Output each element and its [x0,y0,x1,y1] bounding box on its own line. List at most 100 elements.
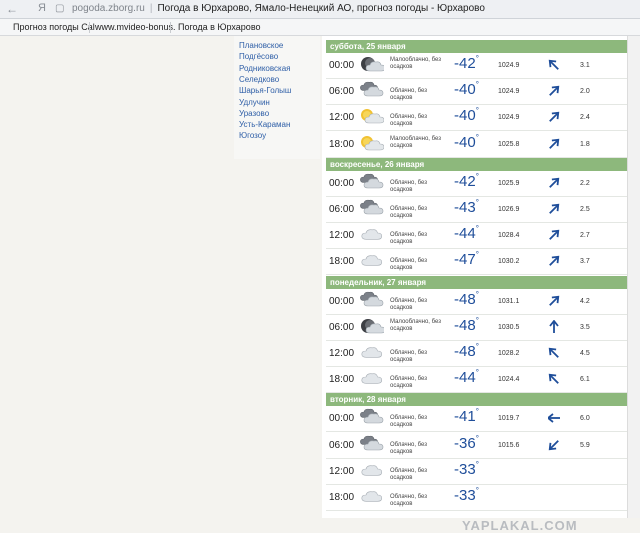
forecast-row: 00:00 Облачно, без осадков -41° 1019.7 6.0 [326,406,627,433]
wind-direction-arrow-icon [548,346,560,360]
cloudy-icon [358,173,384,193]
location-link[interactable]: Югозоу [239,131,266,140]
degree-sign: ° [475,315,479,325]
forecast-pressure: 1030.2 [498,258,520,266]
degree-sign: ° [475,80,479,90]
forecast-temperature: -48° [454,342,479,360]
bookmark-item[interactable]: Погода в Юрхарово [178,22,261,32]
wind-speed: 5.9 [580,441,590,449]
wind-direction-arrow-icon [546,411,560,425]
wind-speed: 2.2 [580,179,590,187]
forecast-time: 18:00 [329,374,355,386]
forecast-row: 00:00 Облачно, без осадков -48° 1031.1 4.2 [326,289,627,315]
title-separator: | [149,3,153,14]
wind-speed: 6.0 [580,415,590,423]
forecast-table: суббота, 25 января 00:00 Малооблачно, без … [322,36,629,518]
forecast-time: 12:00 [329,230,355,242]
degree-sign: ° [475,224,479,234]
temperature-value: -48 [454,290,476,308]
forecast-pressure: 1015.6 [498,441,520,449]
wind-direction-arrow-icon [548,438,560,452]
forecast-condition: Облачно, без осадков [390,179,427,193]
location-link[interactable]: Селедково [239,75,279,84]
wind-speed: 2.4 [580,114,590,122]
location-link[interactable]: Усть-Караман [239,120,290,129]
forecast-temperature: -36° [454,434,479,452]
bookmark-divider [89,22,90,33]
yandex-logo-icon[interactable]: Я [38,2,46,14]
temperature-value: -40 [454,81,476,99]
forecast-temperature: -33° [454,486,479,504]
forecast-row: 12:00 Облачно, без осадков -40° 1024.9 2.4 [326,105,627,132]
wind-direction-arrow-icon [548,110,560,124]
wind-speed: 2.7 [580,232,590,240]
bookmark-item[interactable]: www.mvideo-bonus. [95,22,176,32]
night-partly-cloudy-icon [358,55,386,75]
forecast-time: 18:00 [329,138,355,150]
wind-direction-arrow-icon [548,202,560,216]
forecast-condition: Облачно, без осадков [390,376,427,390]
forecast-condition: Облачно, без осадков [390,350,427,363]
degree-sign: ° [475,407,479,417]
forecast-pressure: 1031.1 [498,297,520,305]
day-header: вторник, 28 января [326,393,627,407]
forecast-condition: Малооблачно, без осадков [390,57,441,70]
scrollbar[interactable] [627,36,640,518]
forecast-temperature: -42° [454,54,479,72]
forecast-temperature: -42° [454,172,479,190]
forecast-pressure: 1028.4 [498,232,520,240]
bookmarks-bar: Прогноз погоды Cal www.mvideo-bonus. Пог… [0,19,640,36]
degree-sign: ° [475,132,479,142]
wind-direction-arrow-icon [548,84,560,98]
location-link[interactable]: Подгёсово [239,52,278,61]
wind-speed: 3.7 [580,258,590,266]
forecast-row: 06:00 Малооблачно, без осадков -48° 1030.5 3… [326,315,627,341]
forecast-temperature: -48° [454,290,479,308]
forecast-condition: Облачно, без осадков [390,494,427,507]
forecast-temperature: -40° [454,106,479,124]
forecast-time: 00:00 [329,177,355,189]
bookmark-item[interactable]: Прогноз погоды Cal [13,22,95,32]
forecast-time: 18:00 [329,256,355,268]
url-text: pogoda.zborg.ru [72,3,145,14]
wind-direction-arrow-icon [548,294,560,308]
location-link[interactable]: Уразово [239,109,269,118]
forecast-row: 12:00 Облачно, без осадков -48° 1028.2 4.5 [326,341,627,367]
location-link[interactable]: Плановское [239,41,283,50]
forecast-temperature: -33° [454,460,479,478]
forecast-condition: Облачно, без осадков [390,88,427,102]
day-header: суббота, 25 января [326,40,627,53]
forecast-condition: Облачно, без осадков [390,467,427,481]
forecast-time: 06:00 [329,86,355,98]
temperature-value: -48 [454,316,476,334]
forecast-row: 18:00 Облачно, без осадков -44° 1024.4 6.1 [326,367,627,394]
forecast-row: 12:00 Облачно, без осадков -33° [326,459,627,485]
night-partly-cloudy-icon [358,317,386,337]
forecast-temperature: -41° [454,407,479,425]
forecast-time: 12:00 [329,348,355,359]
day-header: воскресенье, 26 января [326,157,627,171]
wind-direction-arrow-icon [548,464,560,478]
cloudy-icon [358,291,384,311]
temperature-value: -48 [454,343,476,360]
cloudy-icon [358,81,384,101]
wind-direction-arrow-icon [548,490,560,504]
cloud-icon [358,343,384,363]
back-icon[interactable]: ← [6,2,18,16]
location-link[interactable]: Родниковская [239,64,290,73]
wind-speed: 2.5 [580,206,590,213]
degree-sign: ° [475,54,479,63]
url-field[interactable]: pogoda.zborg.ru | Погода в Юрхарово, Ямало… [72,3,485,14]
forecast-condition: Малооблачно, без осадков [390,318,441,332]
forecast-temperature: -44° [454,224,479,242]
temperature-value: -42 [454,55,476,72]
forecast-row: 18:00 Облачно, без осадков -33° [326,485,627,511]
wind-direction-arrow-icon [548,137,560,151]
cloud-icon [358,251,384,271]
wind-direction-arrow-icon [548,319,560,334]
cloud-icon [358,461,384,481]
wind-speed: 4.2 [580,297,590,305]
location-link[interactable]: Удлучин [239,98,270,107]
temperature-value: -43 [454,199,476,216]
location-link[interactable]: Шарья-Голыш [239,86,291,95]
